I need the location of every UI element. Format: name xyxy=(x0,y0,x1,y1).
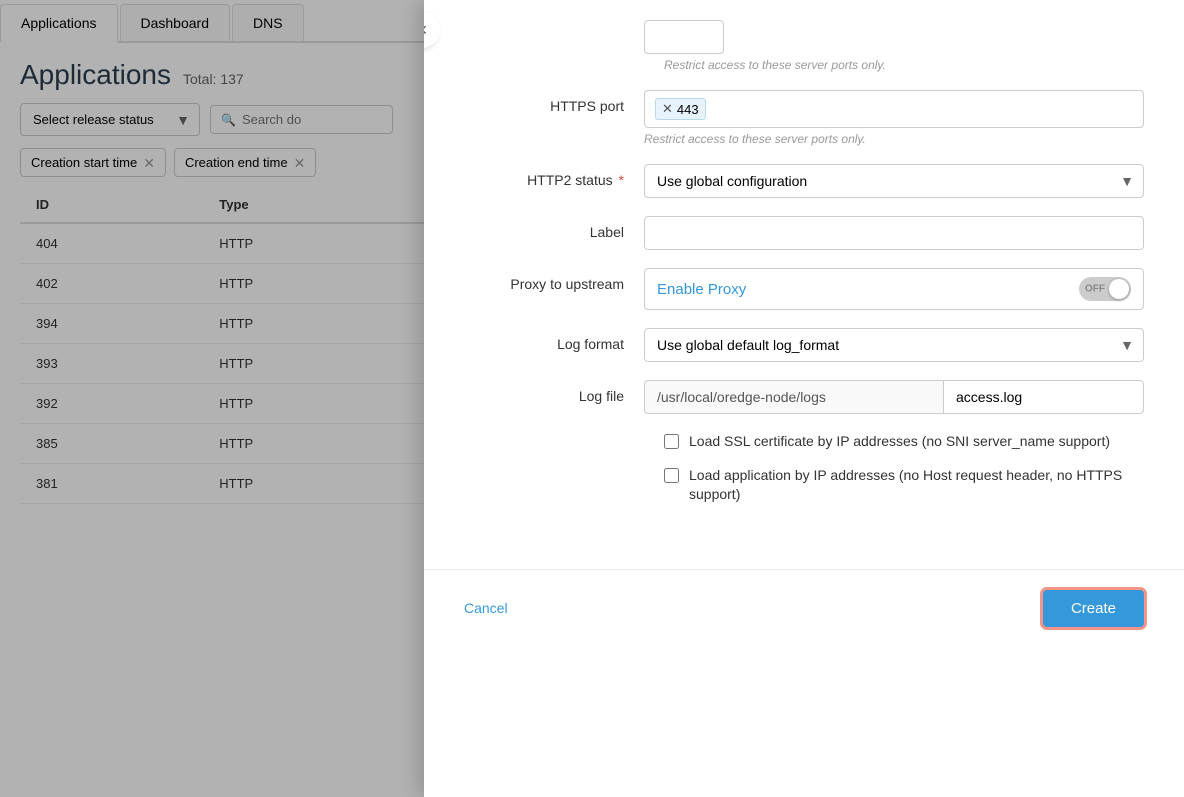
top-input-label xyxy=(464,20,644,28)
cancel-button[interactable]: Cancel xyxy=(464,592,508,624)
ssl-checkbox-row: Load SSL certificate by IP addresses (no… xyxy=(664,432,1144,452)
top-hint: Restrict access to these server ports on… xyxy=(664,58,1144,72)
https-port-hint: Restrict access to these server ports on… xyxy=(644,132,1144,146)
proxy-toggle[interactable]: OFF xyxy=(1079,277,1131,301)
ssl-ip-label[interactable]: Load SSL certificate by IP addresses (no… xyxy=(689,432,1110,452)
modal-panel: × Restrict access to these server ports … xyxy=(424,0,1184,797)
toggle-off-label: OFF xyxy=(1085,284,1105,295)
https-port-tag-remove[interactable]: ✕ xyxy=(662,101,673,117)
https-port-tag: ✕ 443 xyxy=(655,98,706,120)
create-button[interactable]: Create xyxy=(1043,590,1144,627)
label-field-label: Label xyxy=(464,216,644,240)
log-format-label: Log format xyxy=(464,328,644,352)
log-file-name-input[interactable] xyxy=(944,380,1144,414)
enable-proxy-text: Enable Proxy xyxy=(657,281,746,298)
app-ip-label[interactable]: Load application by IP addresses (no Hos… xyxy=(689,466,1144,505)
https-port-input[interactable]: ✕ 443 xyxy=(644,90,1144,128)
log-format-select[interactable]: Use global default log_format xyxy=(644,328,1144,362)
https-port-tag-value: 443 xyxy=(677,102,699,117)
log-file-label: Log file xyxy=(464,380,644,404)
modal-footer: Cancel Create xyxy=(424,569,1184,647)
top-partial-input[interactable] xyxy=(644,20,724,54)
app-ip-checkbox[interactable] xyxy=(664,468,679,483)
ssl-ip-checkbox[interactable] xyxy=(664,434,679,449)
proxy-label: Proxy to upstream xyxy=(464,268,644,292)
https-port-label: HTTPS port xyxy=(464,90,644,114)
label-input[interactable] xyxy=(644,216,1144,250)
proxy-row: Enable Proxy OFF xyxy=(644,268,1144,310)
log-file-path-input[interactable] xyxy=(644,380,944,414)
http2-status-label: HTTP2 status * xyxy=(464,164,644,188)
app-ip-checkbox-row: Load application by IP addresses (no Hos… xyxy=(664,466,1144,505)
http2-status-select[interactable]: Use global configuration xyxy=(644,164,1144,198)
